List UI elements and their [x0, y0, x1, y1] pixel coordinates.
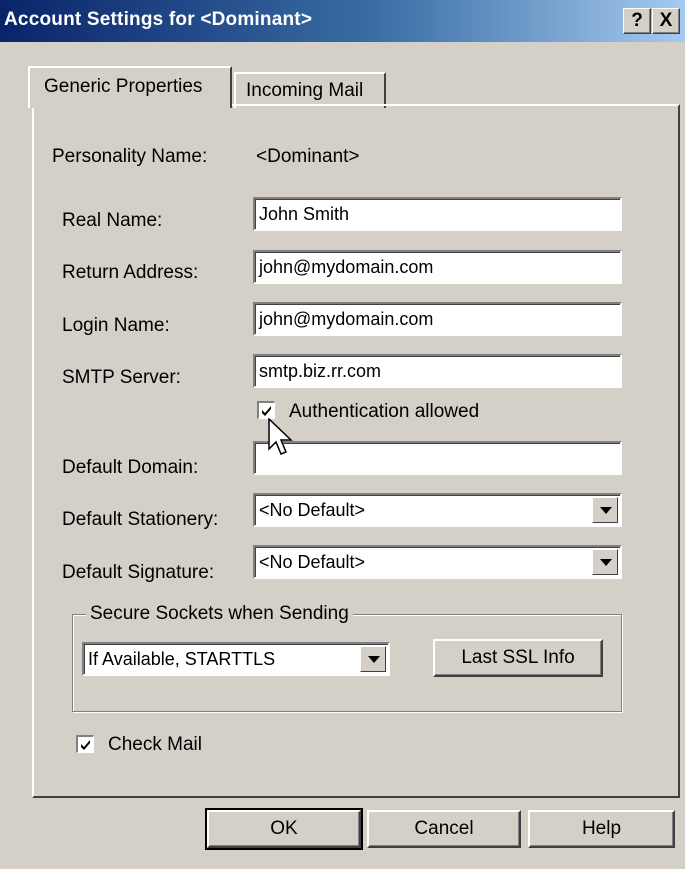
tab-incoming-mail[interactable]: Incoming Mail [234, 72, 386, 108]
window-title: Account Settings for <Dominant> [4, 9, 313, 30]
tab-label: Incoming Mail [246, 80, 364, 101]
return-address-label: Return Address: [62, 262, 199, 283]
authentication-label: Authentication allowed [289, 401, 480, 422]
arrow-pointer-icon [268, 418, 293, 455]
cancel-button[interactable]: Cancel [367, 810, 521, 848]
chevron-down-icon[interactable] [592, 497, 618, 523]
chevron-down-icon[interactable] [592, 549, 618, 575]
smtp-server-label: SMTP Server: [62, 367, 181, 388]
default-domain-field[interactable] [253, 441, 622, 475]
secure-sockets-group-title: Secure Sockets when Sending [86, 603, 353, 625]
real-name-field[interactable]: John Smith [253, 197, 622, 231]
last-ssl-info-button[interactable]: Last SSL Info [433, 639, 603, 677]
default-signature-label: Default Signature: [62, 562, 215, 583]
tab-generic-properties[interactable]: Generic Properties [28, 66, 232, 108]
help-button[interactable]: Help [528, 810, 675, 848]
authentication-checkbox[interactable] [257, 401, 275, 419]
default-stationery-value: <No Default> [259, 500, 366, 520]
real-name-label: Real Name: [62, 210, 163, 231]
help-title-button[interactable]: ? [623, 8, 651, 34]
secure-sockets-select[interactable]: If Available, STARTTLS [82, 642, 390, 676]
smtp-server-field[interactable]: smtp.biz.rr.com [253, 354, 622, 388]
check-mail-checkbox[interactable] [76, 735, 94, 753]
ok-button[interactable]: OK [205, 808, 363, 850]
login-name-field[interactable]: john@mydomain.com [253, 302, 622, 336]
default-domain-label: Default Domain: [62, 457, 199, 478]
chevron-down-icon[interactable] [360, 646, 386, 672]
personality-name-label: Personality Name: [52, 146, 208, 167]
default-stationery-label: Default Stationery: [62, 509, 219, 530]
check-icon [262, 406, 271, 416]
check-mail-label: Check Mail [108, 734, 202, 755]
personality-name-value: <Dominant> [256, 146, 360, 167]
login-name-label: Login Name: [62, 315, 170, 336]
default-signature-value: <No Default> [259, 552, 366, 572]
return-address-field[interactable]: john@mydomain.com [253, 250, 622, 284]
default-stationery-select[interactable]: <No Default> [253, 493, 622, 527]
title-bar[interactable]: Account Settings for <Dominant> ? X [0, 0, 685, 42]
check-icon [81, 740, 90, 750]
tab-label: Generic Properties [44, 76, 203, 97]
default-signature-select[interactable]: <No Default> [253, 545, 622, 579]
close-title-button[interactable]: X [652, 8, 680, 34]
secure-sockets-value: If Available, STARTTLS [88, 649, 276, 669]
